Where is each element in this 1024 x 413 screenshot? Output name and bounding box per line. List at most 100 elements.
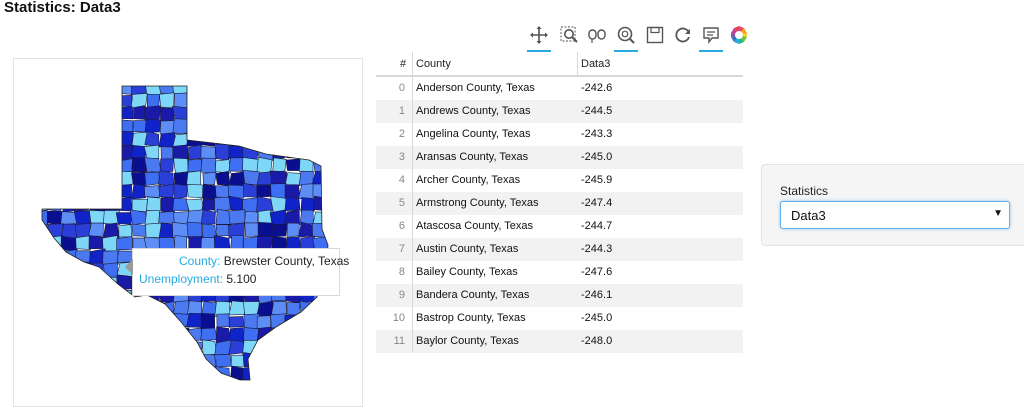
county-shape — [313, 300, 328, 317]
county-shape — [158, 339, 175, 355]
county-shape — [297, 328, 315, 343]
header-data3[interactable]: Data3 — [581, 58, 610, 70]
lasso-icon — [588, 29, 606, 43]
header-county[interactable]: County — [416, 58, 451, 70]
county-shape — [103, 131, 120, 146]
county-shape — [172, 133, 190, 147]
texas-county-map — [41, 85, 329, 394]
county-shape — [186, 86, 204, 95]
county-shape — [216, 313, 230, 327]
table-row[interactable]: 4 Archer County, Texas -245.9 — [376, 169, 743, 192]
data-table[interactable]: # County Data3 0 Anderson County, Texas -2… — [376, 52, 743, 353]
county-shape — [60, 86, 78, 96]
table-row[interactable]: 10 Bastrop County, Texas -245.0 — [376, 307, 743, 330]
county-shape — [187, 300, 203, 316]
table-row[interactable]: 8 Bailey County, Texas -247.6 — [376, 261, 743, 284]
row-index: 0 — [398, 82, 405, 94]
county-shape — [144, 210, 160, 225]
county-shape — [256, 86, 272, 96]
county-shape — [201, 120, 218, 135]
county-shape — [272, 157, 287, 174]
table-row[interactable]: 6 Atascosa County, Texas -244.7 — [376, 215, 743, 238]
table-row[interactable]: 9 Bandera County, Texas -246.1 — [376, 284, 743, 307]
county-shape — [118, 130, 134, 146]
reset-tool-button[interactable] — [670, 22, 696, 48]
row-county: Aransas County, Texas — [416, 151, 529, 163]
county-shape — [75, 301, 91, 317]
statistics-select[interactable]: Data3 ▼ — [780, 201, 1010, 229]
county-shape — [133, 105, 146, 120]
county-shape — [159, 158, 174, 173]
county-shape — [60, 263, 78, 278]
county-shape — [270, 94, 287, 107]
county-shape — [228, 209, 246, 225]
county-shape — [298, 145, 314, 160]
county-shape — [42, 339, 50, 356]
wheel-zoom-tool-button[interactable] — [613, 22, 639, 52]
county-shape — [327, 197, 328, 212]
county-shape — [258, 131, 274, 148]
county-shape — [88, 169, 106, 187]
bokeh-logo-link[interactable] — [726, 22, 752, 48]
table-row[interactable]: 1 Andrews County, Texas -244.5 — [376, 100, 743, 123]
table-row[interactable]: 5 Armstrong County, Texas -247.4 — [376, 192, 743, 215]
row-index: 9 — [398, 289, 405, 301]
county-shape — [285, 131, 302, 146]
county-shape — [311, 313, 328, 330]
lasso-select-tool-button[interactable] — [584, 22, 610, 48]
county-shape — [215, 143, 230, 161]
county-shape — [256, 378, 273, 380]
county-shape — [256, 105, 273, 121]
county-shape — [129, 300, 147, 317]
texas-map-plot[interactable]: County: Brewster County, Texas Unemploym… — [13, 58, 363, 407]
county-shape — [242, 118, 259, 134]
statistics-panel: Statistics Data3 ▼ — [761, 164, 1024, 246]
county-shape — [285, 377, 302, 380]
save-icon — [646, 26, 664, 44]
header-index[interactable]: # — [400, 58, 406, 70]
table-row[interactable]: 3 Aransas County, Texas -245.0 — [376, 146, 743, 169]
table-row[interactable]: 2 Angelina County, Texas -243.3 — [376, 123, 743, 146]
county-shape — [47, 352, 63, 369]
save-tool-button[interactable] — [642, 22, 668, 48]
county-shape — [117, 367, 132, 380]
county-shape — [62, 352, 77, 366]
county-shape — [173, 183, 188, 200]
county-shape — [46, 173, 64, 186]
county-shape — [242, 182, 260, 198]
county-shape — [42, 169, 50, 186]
county-shape — [270, 223, 288, 238]
table-row[interactable]: 7 Austin County, Texas -244.3 — [376, 238, 743, 261]
county-shape — [158, 378, 174, 380]
box-zoom-tool-button[interactable] — [556, 22, 582, 48]
tooltip-unemployment-label: Unemployment: — [139, 272, 224, 286]
pan-icon — [530, 26, 548, 44]
hover-tool-button[interactable] — [698, 22, 724, 52]
county-shape — [327, 327, 328, 343]
county-shape — [143, 144, 160, 160]
county-shape — [270, 196, 287, 213]
county-shape — [117, 300, 133, 315]
county-shape — [60, 92, 78, 108]
reset-icon — [675, 27, 690, 43]
county-shape — [300, 314, 315, 330]
county-shape — [42, 107, 48, 121]
county-shape — [160, 365, 176, 380]
county-shape — [228, 145, 245, 160]
county-shape — [299, 300, 315, 317]
row-county: Armstrong County, Texas — [416, 197, 539, 209]
county-shape — [130, 314, 146, 329]
table-row[interactable]: 11 Baylor County, Texas -248.0 — [376, 330, 743, 353]
county-shape — [42, 159, 49, 173]
county-shape — [283, 339, 301, 356]
county-shape — [312, 107, 328, 121]
county-shape — [159, 301, 175, 317]
row-index: 3 — [398, 151, 405, 163]
county-shape — [270, 381, 287, 392]
pan-tool-button[interactable] — [526, 22, 552, 52]
tooltip-county-label: County: — [179, 254, 221, 268]
county-shape — [75, 381, 90, 394]
county-shape — [172, 118, 190, 135]
county-shape — [62, 197, 77, 213]
table-row[interactable]: 0 Anderson County, Texas -242.6 — [376, 77, 743, 100]
